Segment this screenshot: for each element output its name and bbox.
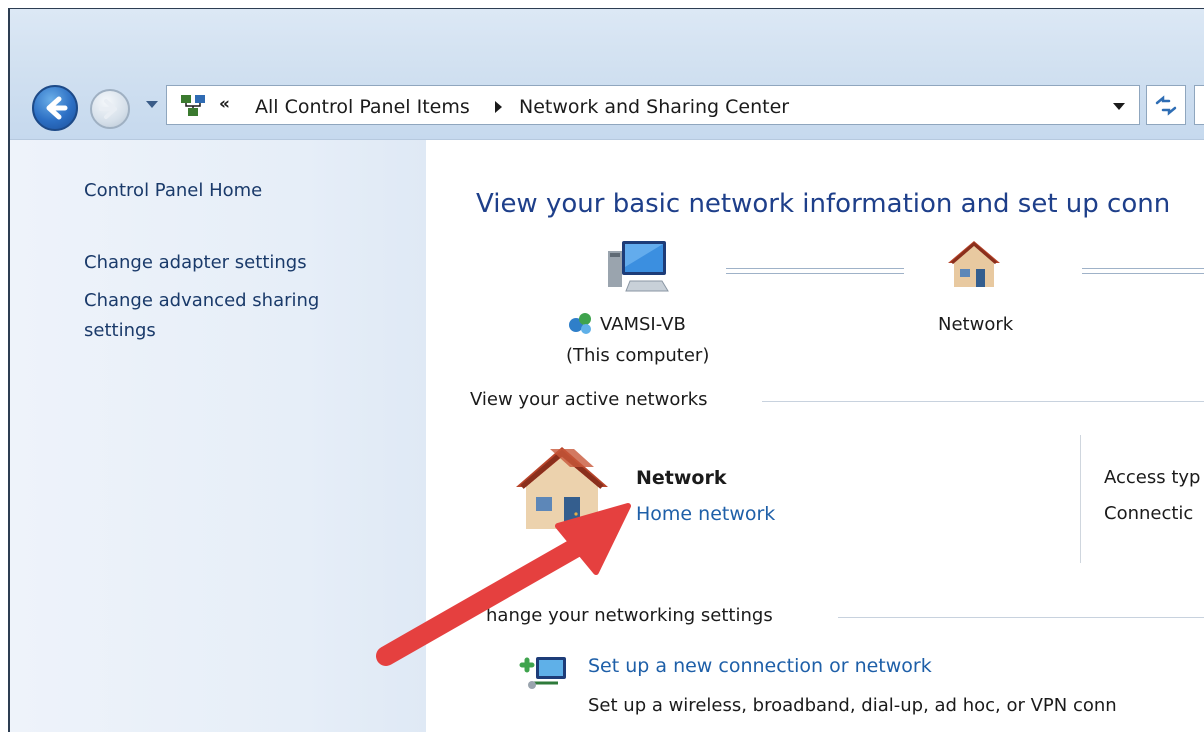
annotation-arrow-icon [376,503,631,666]
